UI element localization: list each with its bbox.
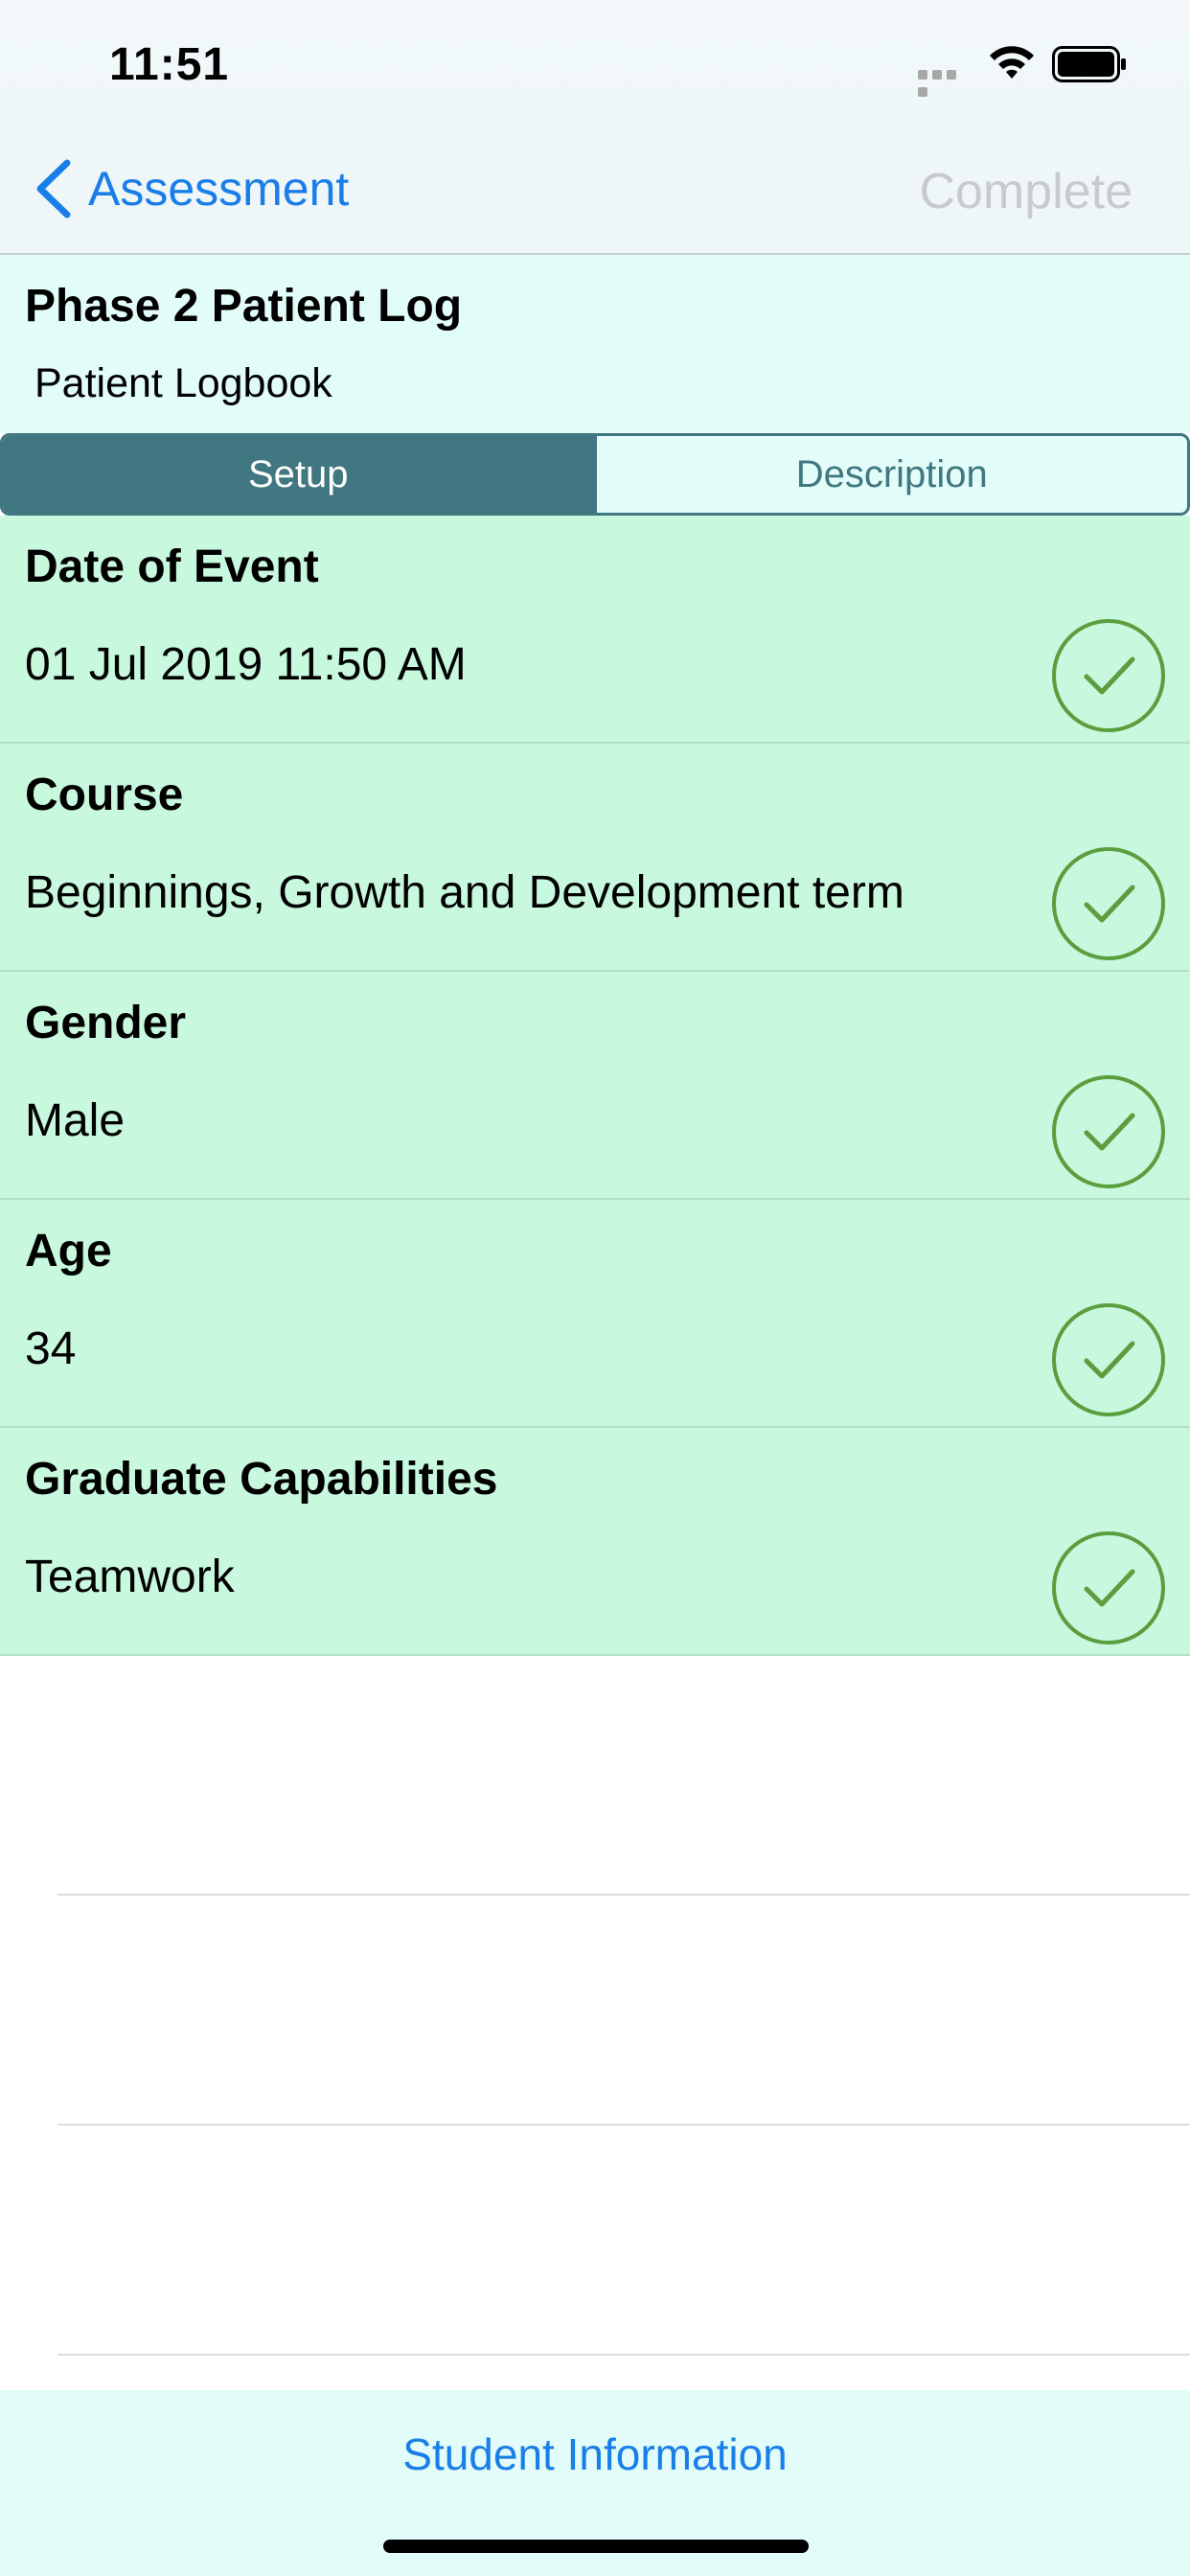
row-label: Course	[25, 770, 184, 820]
back-button-label: Assessment	[88, 162, 350, 216]
separator	[57, 2124, 1190, 2126]
row-age[interactable]: Age 34	[0, 1200, 1190, 1428]
row-value: Teamwork	[25, 1552, 235, 1602]
complete-button[interactable]: Complete	[919, 163, 1133, 220]
row-label: Gender	[25, 998, 187, 1048]
row-value: Male	[25, 1095, 126, 1146]
field-list: Date of Event 01 Jul 2019 11:50 AM Cours…	[0, 516, 1190, 1656]
back-button[interactable]: Assessment	[33, 153, 349, 224]
battery-icon	[1052, 46, 1126, 82]
wifi-icon	[990, 46, 1034, 79]
checkmark-icon	[1052, 1531, 1165, 1644]
student-information-link[interactable]: Student Information	[0, 2428, 1190, 2480]
checkmark-icon	[1052, 1075, 1165, 1188]
log-header: Phase 2 Patient Log Patient Logbook	[0, 255, 1190, 433]
row-value: 01 Jul 2019 11:50 AM	[25, 639, 467, 690]
segmented-control: Setup Description	[0, 433, 1190, 516]
checkmark-icon	[1052, 1303, 1165, 1416]
chevron-left-icon	[36, 159, 71, 218]
row-date-of-event[interactable]: Date of Event 01 Jul 2019 11:50 AM	[0, 516, 1190, 744]
row-label: Date of Event	[25, 541, 319, 592]
navigation-bar: 11:51 Assessment Complete	[0, 0, 1190, 255]
page-subtitle: Patient Logbook	[34, 360, 332, 406]
cellular-signal-icon	[918, 67, 973, 97]
row-graduate-capabilities[interactable]: Graduate Capabilities Teamwork	[0, 1428, 1190, 1656]
row-label: Age	[25, 1226, 112, 1276]
home-indicator[interactable]	[383, 2540, 809, 2553]
tab-description[interactable]: Description	[593, 436, 1188, 513]
row-course[interactable]: Course Beginnings, Growth and Developmen…	[0, 744, 1190, 972]
row-value: Beginnings, Growth and Development term	[25, 867, 904, 918]
row-label: Graduate Capabilities	[25, 1454, 498, 1505]
checkmark-icon	[1052, 847, 1165, 960]
footer-bar: Student Information	[0, 2390, 1190, 2576]
tab-setup[interactable]: Setup	[3, 436, 594, 513]
status-time: 11:51	[109, 39, 230, 90]
row-value: 34	[25, 1323, 77, 1374]
separator	[57, 2354, 1190, 2356]
checkmark-icon	[1052, 619, 1165, 732]
page-title: Phase 2 Patient Log	[25, 281, 463, 332]
separator	[57, 1894, 1190, 1896]
row-gender[interactable]: Gender Male	[0, 972, 1190, 1200]
